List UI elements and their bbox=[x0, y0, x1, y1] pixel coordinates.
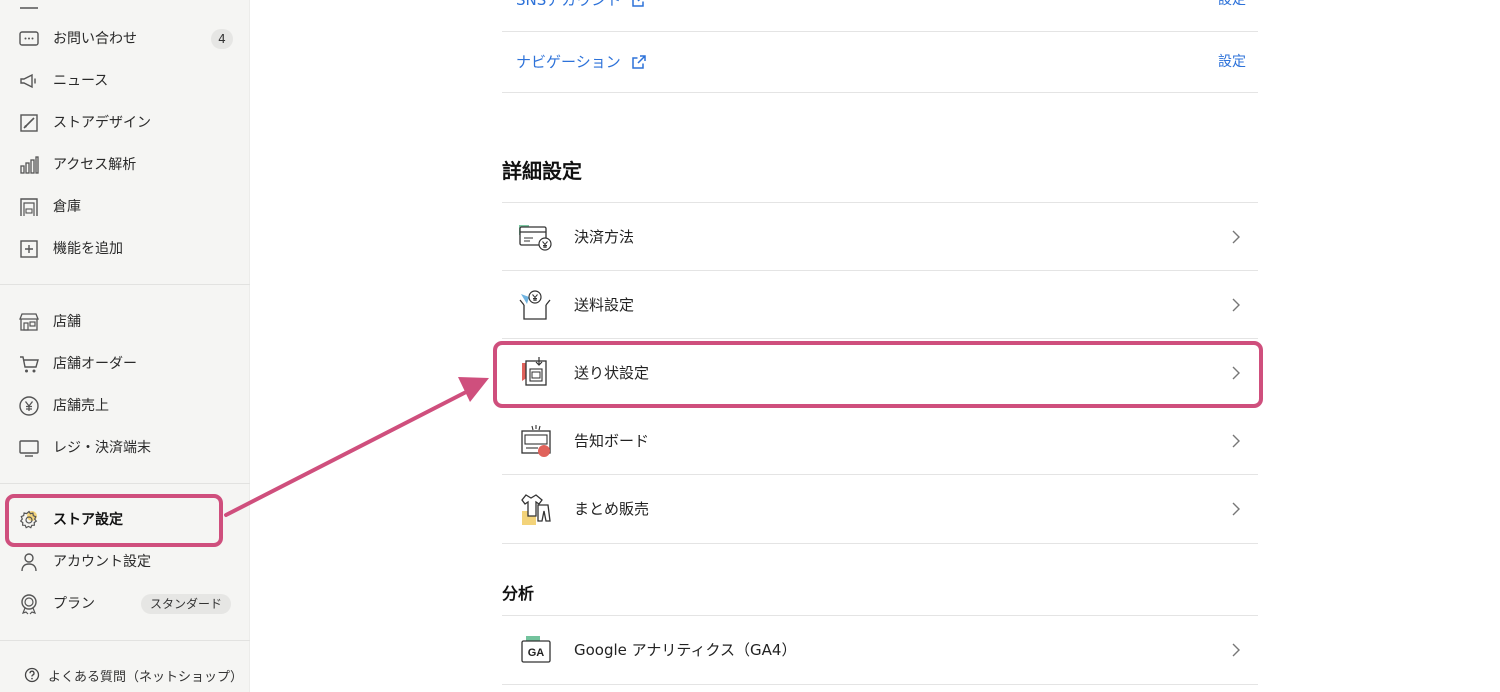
menu-row-label: 送り状設定 bbox=[574, 364, 650, 382]
ga4-icon: GA bbox=[516, 630, 556, 670]
chevron-right-icon bbox=[1228, 363, 1244, 383]
sidebar-item-shop-orders[interactable]: 店舗オーダー bbox=[0, 344, 250, 384]
sidebar-item-analytics[interactable]: アクセス解析 bbox=[0, 145, 250, 185]
sidebar-item-label: 機能を追加 bbox=[53, 241, 123, 257]
faq-link[interactable]: よくある質問（ネットショップ） bbox=[24, 664, 243, 686]
row-divider bbox=[502, 684, 1258, 685]
section-title-advanced: 詳細設定 bbox=[502, 159, 582, 183]
menu-row-label: まとめ販売 bbox=[574, 500, 650, 518]
row-divider bbox=[502, 543, 1258, 544]
bar-chart-icon bbox=[18, 154, 40, 176]
plan-badge: スタンダード bbox=[141, 594, 232, 614]
sidebar-divider bbox=[0, 640, 250, 641]
yen-circle-icon bbox=[18, 395, 40, 417]
sidebar-item-pos-terminal[interactable]: レジ・決済端末 bbox=[0, 428, 250, 468]
warehouse-icon bbox=[18, 196, 40, 218]
sidebar-item-label: レジ・決済端末 bbox=[53, 440, 151, 456]
shipping-box-icon bbox=[516, 285, 556, 325]
monitor-icon bbox=[18, 437, 40, 459]
menu-row-invoice-settings[interactable]: 送り状設定 bbox=[502, 339, 1258, 407]
menu-row-label: 送料設定 bbox=[574, 296, 635, 314]
link-label: SNSアカウント bbox=[516, 0, 622, 9]
link-label: ナビゲーション bbox=[516, 53, 621, 71]
menu-row-label: 決済方法 bbox=[574, 228, 635, 246]
invoice-label-icon bbox=[516, 353, 556, 393]
cart-icon bbox=[18, 353, 40, 375]
app-root: お問い合わせ 4 ニュース ストアデザイン アクセス解析 倉庫 機能を追加 店舗… bbox=[0, 0, 1500, 692]
payment-card-icon bbox=[516, 217, 556, 257]
sidebar-item-warehouse[interactable]: 倉庫 bbox=[0, 187, 250, 227]
inquiry-count-badge: 4 bbox=[211, 29, 233, 49]
menu-row-shipping-fees[interactable]: 送料設定 bbox=[502, 271, 1258, 339]
menu-row-payment-methods[interactable]: 決済方法 bbox=[502, 203, 1258, 271]
link-label-container: SNSアカウント bbox=[516, 0, 647, 30]
sidebar-item-plan[interactable]: プラン スタンダード bbox=[0, 584, 250, 624]
sidebar-divider bbox=[0, 284, 250, 285]
gear-icon bbox=[18, 509, 40, 531]
settings-link[interactable]: 設定 bbox=[1218, 0, 1246, 30]
sidebar-item-account-settings[interactable]: アカウント設定 bbox=[0, 542, 250, 582]
chevron-right-icon bbox=[1228, 431, 1244, 451]
sidebar-item-shop[interactable]: 店舗 bbox=[0, 302, 250, 342]
storefront-icon bbox=[18, 311, 40, 333]
help-circle-icon bbox=[24, 667, 40, 683]
menu-row-label: Google アナリティクス（GA4） bbox=[574, 641, 797, 659]
sidebar-item-clipped[interactable] bbox=[0, 0, 250, 21]
external-link-icon bbox=[631, 55, 646, 69]
chevron-right-icon bbox=[1228, 295, 1244, 315]
sidebar-item-add-feature[interactable]: 機能を追加 bbox=[0, 229, 250, 269]
link-row-navigation[interactable]: ナビゲーション 設定 bbox=[502, 32, 1258, 92]
sidebar-item-label: 店舗 bbox=[53, 314, 81, 330]
award-icon bbox=[18, 593, 40, 615]
sidebar-item-store-design[interactable]: ストアデザイン bbox=[0, 103, 250, 143]
sidebar-item-store-settings[interactable]: ストア設定 bbox=[0, 500, 250, 540]
megaphone-icon bbox=[18, 70, 40, 92]
notice-board-icon bbox=[516, 421, 556, 461]
sidebar-item-label: 店舗売上 bbox=[53, 398, 109, 414]
sidebar-item-label: 店舗オーダー bbox=[53, 356, 137, 372]
external-link-icon bbox=[632, 0, 645, 7]
chevron-right-icon bbox=[1228, 640, 1244, 660]
settings-link[interactable]: 設定 bbox=[1218, 32, 1246, 92]
menu-icon bbox=[18, 0, 40, 12]
sidebar-item-label: ストア設定 bbox=[53, 512, 123, 528]
menu-row-notice-board[interactable]: 告知ボード bbox=[502, 407, 1258, 475]
faq-label: よくある質問（ネットショップ） bbox=[48, 669, 244, 685]
svg-text:GA: GA bbox=[528, 647, 545, 659]
sidebar-item-label: お問い合わせ bbox=[53, 31, 137, 47]
chevron-right-icon bbox=[1228, 499, 1244, 519]
sidebar-divider bbox=[0, 483, 250, 484]
sidebar-item-shop-sales[interactable]: 店舗売上 bbox=[0, 386, 250, 426]
menu-row-google-analytics[interactable]: GA Google アナリティクス（GA4） bbox=[502, 616, 1258, 684]
link-label-container: ナビゲーション bbox=[516, 32, 647, 92]
sidebar-item-news[interactable]: ニュース bbox=[0, 61, 250, 101]
section-title-analytics: 分析 bbox=[502, 584, 535, 603]
sidebar-item-label: アカウント設定 bbox=[53, 554, 151, 570]
row-divider bbox=[502, 92, 1258, 93]
pencil-canvas-icon bbox=[18, 112, 40, 134]
bundle-clothes-icon bbox=[516, 489, 556, 529]
chat-bubble-icon bbox=[18, 28, 40, 50]
sidebar-item-label: アクセス解析 bbox=[53, 157, 137, 173]
sidebar-item-label: ストアデザイン bbox=[53, 115, 151, 131]
link-row-sns-account[interactable]: SNSアカウント 設定 bbox=[502, 0, 1258, 30]
chevron-right-icon bbox=[1228, 227, 1244, 247]
sidebar-item-label: プラン bbox=[53, 596, 95, 612]
sidebar-item-label: 倉庫 bbox=[53, 199, 81, 215]
menu-row-label: 告知ボード bbox=[574, 432, 650, 450]
menu-row-bundle-sales[interactable]: まとめ販売 bbox=[502, 475, 1258, 543]
sidebar: お問い合わせ 4 ニュース ストアデザイン アクセス解析 倉庫 機能を追加 店舗… bbox=[0, 0, 250, 692]
plus-box-icon bbox=[18, 238, 40, 260]
sidebar-item-label: ニュース bbox=[53, 73, 109, 89]
sidebar-item-inquiries[interactable]: お問い合わせ 4 bbox=[0, 19, 250, 59]
person-icon bbox=[18, 551, 40, 573]
